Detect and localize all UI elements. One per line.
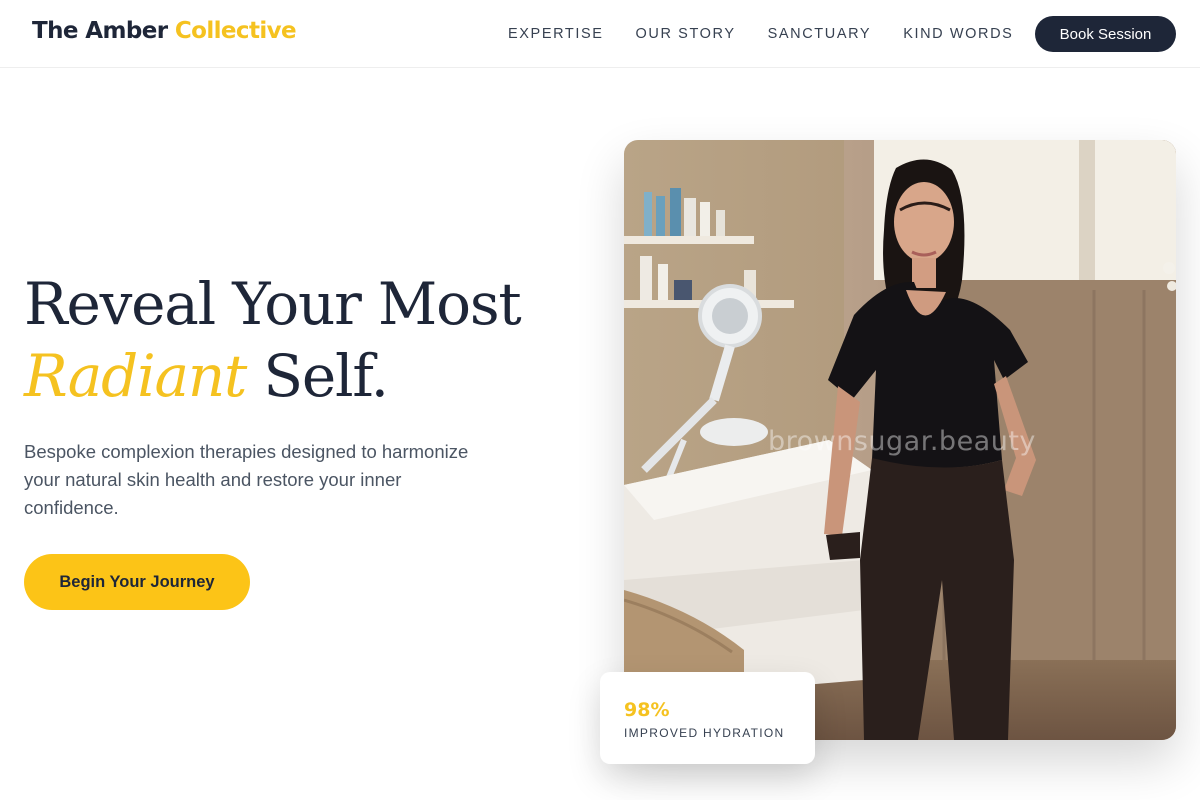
nav-sanctuary[interactable]: SANCTUARY (768, 25, 872, 43)
hero-title: Reveal Your Most Radiant Self. (24, 268, 522, 412)
book-session-button[interactable]: Book Session (1035, 16, 1176, 52)
nav-our-story[interactable]: OUR STORY (636, 25, 736, 43)
main-nav: EXPERTISE OUR STORY SANCTUARY KIND WORDS (508, 25, 1045, 43)
stat-card: 98% IMPROVED HYDRATION (600, 672, 815, 764)
photo-watermark: brownsugar.beauty (768, 426, 1036, 457)
hero-title-line1: Reveal Your Most (24, 270, 522, 338)
nav-kind-words[interactable]: KIND WORDS (903, 25, 1013, 43)
nav-expertise[interactable]: EXPERTISE (508, 25, 604, 43)
stat-label: IMPROVED HYDRATION (624, 726, 785, 740)
brand-logo[interactable]: The Amber Collective (32, 18, 297, 44)
stat-value: 98% (624, 699, 670, 721)
hero-photo: brownsugar.beauty (624, 140, 1176, 740)
brand-name: The Amber (32, 18, 168, 44)
site-header: The Amber Collective EXPERTISE OUR STORY… (0, 0, 1200, 68)
brand-accent: Collective (174, 18, 297, 44)
hero-title-end: Self. (263, 342, 389, 410)
hero-title-line2: Radiant Self. (24, 340, 521, 412)
hero-title-highlight: Radiant (24, 342, 247, 410)
begin-journey-button[interactable]: Begin Your Journey (24, 554, 250, 610)
hero-description: Bespoke complexion therapies designed to… (24, 441, 469, 518)
